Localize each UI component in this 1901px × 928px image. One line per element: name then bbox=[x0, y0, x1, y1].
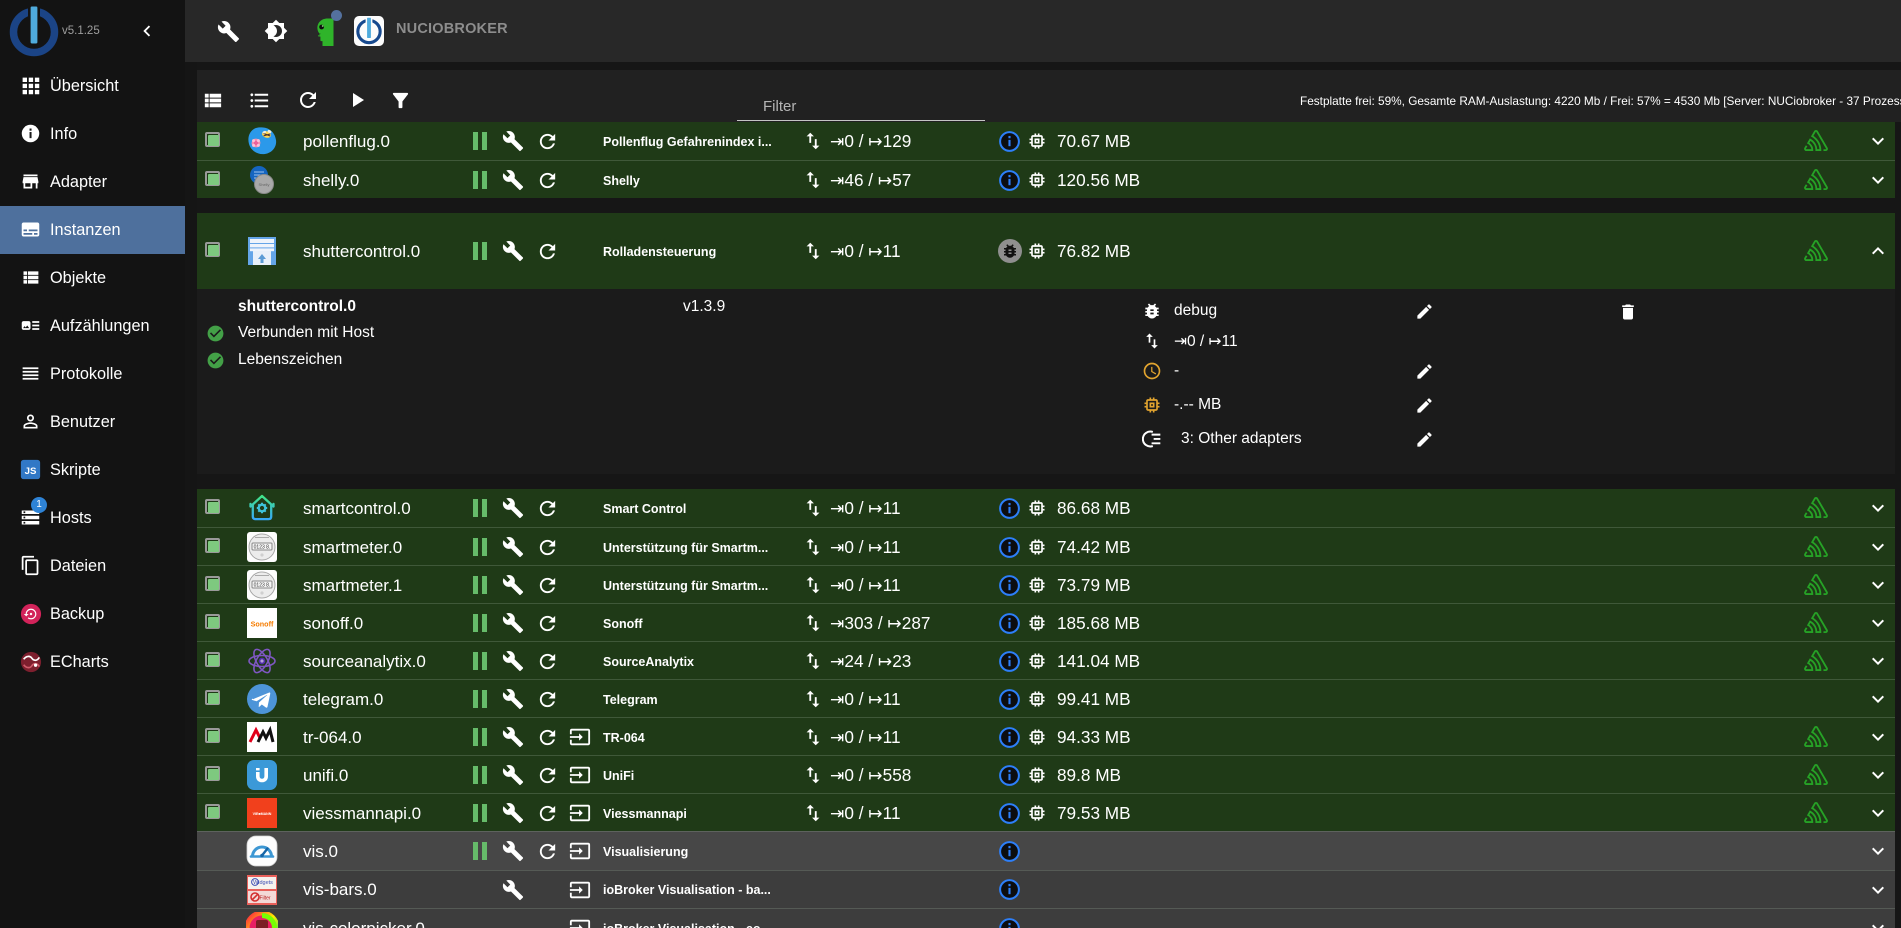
svg-text:0123 8.: 0123 8. bbox=[254, 545, 271, 551]
svg-text:JS: JS bbox=[25, 466, 37, 477]
svg-text:Filter: Filter bbox=[259, 895, 270, 901]
svg-text:Shelly: Shelly bbox=[259, 182, 270, 187]
svg-text:0123 8.: 0123 8. bbox=[254, 583, 271, 589]
svg-text:VIE■MANN: VIE■MANN bbox=[253, 812, 272, 816]
svg-text:Sonoff: Sonoff bbox=[251, 620, 274, 629]
